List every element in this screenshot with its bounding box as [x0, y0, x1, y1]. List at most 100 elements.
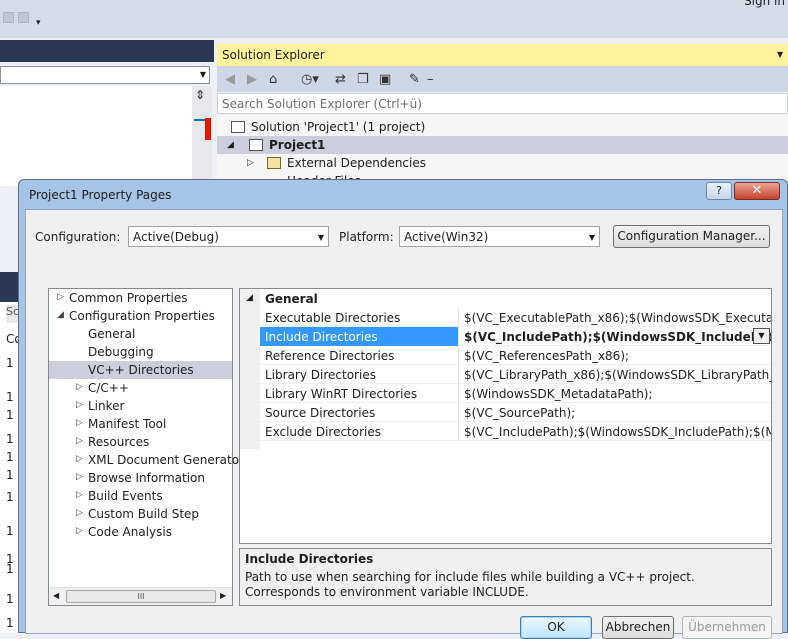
property-row[interactable]: Library WinRT Directories $(WindowsSDK_M…	[260, 384, 771, 403]
tree-item-label: Project1	[269, 138, 326, 152]
toolbar-icon[interactable]	[18, 12, 29, 23]
property-name: Source Directories	[265, 406, 376, 420]
configuration-manager-button[interactable]: Configuration Manager...	[613, 225, 770, 248]
tree-item-code-analysis[interactable]: ▷ Code Analysis	[49, 523, 232, 541]
property-row[interactable]: Library Directories $(VC_LibraryPath_x86…	[260, 365, 771, 384]
tree-item-label: Configuration Properties	[69, 309, 215, 323]
property-value: $(VC_ExecutablePath_x86);$(WindowsSDK_Ex…	[464, 311, 771, 325]
sign-in-link[interactable]: Sign in	[744, 0, 785, 8]
tree-horizontal-scrollbar[interactable]: ◀ III ▶	[49, 587, 232, 605]
tree-item-debugging[interactable]: Debugging	[49, 343, 232, 361]
collapse-all-icon[interactable]: ❐	[357, 72, 369, 87]
collapsed-arrow-icon[interactable]: ▷	[76, 436, 83, 446]
scroll-left-icon[interactable]: ◀	[53, 591, 59, 600]
scroll-marker	[205, 118, 211, 140]
property-row[interactable]: Executable Directories $(VC_ExecutablePa…	[260, 308, 771, 327]
tree-item-common-properties[interactable]: ▷ Common Properties	[49, 289, 232, 307]
expanded-arrow-icon[interactable]: ◢	[57, 310, 64, 320]
tree-item-custom-build-step[interactable]: ▷ Custom Build Step	[49, 505, 232, 523]
expanded-arrow-icon[interactable]: ◢	[246, 293, 253, 303]
show-all-files-icon[interactable]: ▣	[379, 72, 391, 87]
tree-item-project[interactable]: ◢ Project1	[217, 136, 788, 154]
cancel-button[interactable]: Abbrechen	[602, 616, 674, 639]
tree-item-resources[interactable]: ▷ Resources	[49, 433, 232, 451]
scroll-thumb[interactable]: III	[66, 590, 216, 603]
tree-item-xml-document-generator[interactable]: ▷ XML Document Generator	[49, 451, 244, 469]
chevron-down-icon: ▼	[199, 70, 206, 79]
folder-icon	[267, 157, 281, 169]
tree-item-solution[interactable]: Solution 'Project1' (1 project)	[217, 118, 788, 136]
collapsed-arrow-icon[interactable]: ▷	[76, 472, 83, 482]
chevron-down-icon: ▼	[758, 331, 765, 340]
row-value: 1	[6, 592, 14, 606]
configuration-label: Configuration:	[35, 230, 121, 244]
property-value[interactable]: $(VC_IncludePath);$(WindowsSDK_IncludePa…	[464, 330, 771, 344]
forward-icon[interactable]: ▶	[247, 72, 257, 87]
column-divider[interactable]	[458, 403, 459, 422]
overflow-icon[interactable]: ▾	[36, 18, 42, 29]
back-icon[interactable]: ◀	[225, 72, 235, 87]
apply-button[interactable]: Übernehmen	[682, 616, 772, 639]
collapsed-arrow-icon[interactable]: ▷	[247, 158, 254, 168]
property-row[interactable]: Exclude Directories $(VC_IncludePath);$(…	[260, 422, 771, 441]
editor-navigation-dropdown[interactable]: ▼	[0, 66, 210, 84]
editor-scrollbar[interactable]: ⇕	[192, 86, 212, 186]
solution-explorer-toolbar: ◀ ▶ ⌂ ◷▾ ⇄ ❐ ▣ ✎ –	[217, 66, 788, 92]
tree-item-external-dependencies[interactable]: ▷ External Dependencies	[217, 154, 788, 172]
tree-item-label: General	[88, 327, 136, 341]
value-dropdown-button[interactable]: ▼	[753, 328, 770, 344]
row-value: 1	[6, 432, 14, 446]
collapsed-arrow-icon[interactable]: ▷	[76, 526, 83, 536]
collapsed-arrow-icon[interactable]: ▷	[76, 454, 83, 464]
tree-item-label: C/C++	[88, 381, 129, 395]
collapsed-arrow-icon[interactable]: ▷	[76, 400, 83, 410]
column-divider[interactable]	[458, 422, 459, 441]
column-divider[interactable]	[458, 365, 459, 384]
sync-icon[interactable]: ⇄	[335, 72, 346, 87]
expanded-arrow-icon[interactable]: ◢	[227, 140, 234, 150]
editor-panel-header	[0, 40, 214, 62]
chevron-down-icon[interactable]: ▼	[777, 50, 783, 59]
solution-explorer-search[interactable]: Search Solution Explorer (Ctrl+ü)	[217, 93, 788, 114]
scroll-right-icon[interactable]: ▶	[220, 591, 226, 600]
row-value: 1	[6, 490, 14, 504]
help-button[interactable]: ?	[706, 182, 732, 200]
split-icon[interactable]: ⇕	[195, 88, 205, 102]
collapsed-arrow-icon[interactable]: ▷	[76, 418, 83, 428]
tree-item-vc-directories[interactable]: VC++ Directories	[49, 361, 232, 379]
tree-item-configuration-properties[interactable]: ◢ Configuration Properties	[49, 307, 232, 325]
property-name: Library Directories	[265, 368, 376, 382]
collapsed-arrow-icon[interactable]: ▷	[76, 490, 83, 500]
home-icon[interactable]: ⌂	[269, 72, 277, 87]
row-value: 1	[6, 408, 14, 422]
column-divider[interactable]	[458, 346, 459, 365]
description-text: Path to use when searching for include f…	[245, 570, 695, 599]
solution-explorer-title: Solution Explorer	[222, 48, 325, 62]
tree-item-build-events[interactable]: ▷ Build Events	[49, 487, 232, 505]
grid-category-general[interactable]: ◢ General	[240, 289, 771, 449]
tree-item-manifest-tool[interactable]: ▷ Manifest Tool	[49, 415, 232, 433]
property-row[interactable]: Source Directories $(VC_SourcePath);	[260, 403, 771, 422]
collapsed-arrow-icon[interactable]: ▷	[76, 382, 83, 392]
tree-item-c-cpp[interactable]: ▷ C/C++	[49, 379, 232, 397]
collapsed-arrow-icon[interactable]: ▷	[76, 508, 83, 518]
collapsed-arrow-icon[interactable]: ▷	[57, 292, 64, 302]
tree-item-browse-information[interactable]: ▷ Browse Information	[49, 469, 232, 487]
tree-item-linker[interactable]: ▷ Linker	[49, 397, 232, 415]
ok-button[interactable]: OK	[520, 616, 592, 639]
column-divider[interactable]	[458, 327, 459, 346]
configuration-select[interactable]: Active(Debug) ▼	[128, 226, 329, 247]
toolbar-icon[interactable]	[3, 12, 14, 23]
properties-icon[interactable]: ✎	[409, 72, 420, 87]
column-divider[interactable]	[458, 384, 459, 403]
editor-area[interactable]	[0, 86, 192, 186]
preview-icon[interactable]: –	[427, 72, 434, 87]
property-row[interactable]: Reference Directories $(VC_ReferencesPat…	[260, 346, 771, 365]
platform-select[interactable]: Active(Win32) ▼	[399, 226, 600, 247]
property-row-selected[interactable]: Include Directories $(VC_IncludePath);$(…	[260, 327, 771, 346]
dialog-body: Configuration: Active(Debug) ▼ Platform:…	[25, 209, 783, 639]
close-button[interactable]: ✕	[734, 182, 780, 200]
column-divider[interactable]	[458, 308, 459, 327]
tree-item-general[interactable]: General	[49, 325, 232, 343]
history-icon[interactable]: ◷▾	[301, 72, 319, 87]
